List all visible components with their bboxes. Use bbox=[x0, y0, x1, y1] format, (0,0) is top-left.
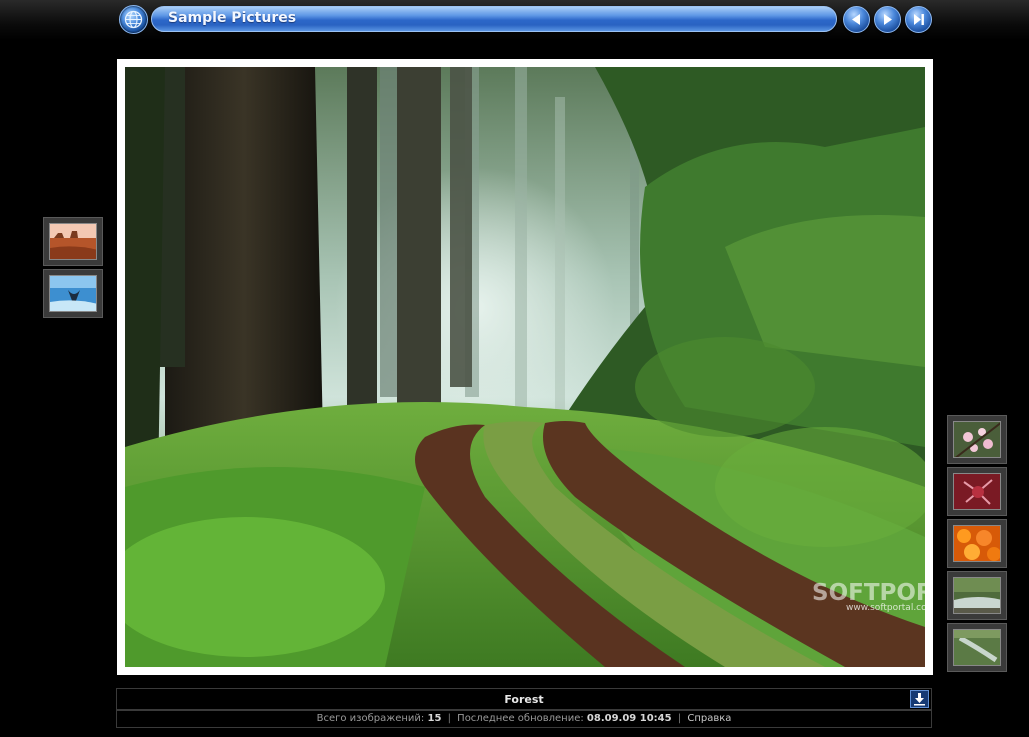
thumbnail-creek[interactable] bbox=[947, 623, 1007, 672]
previous-icon bbox=[852, 14, 860, 25]
total-images-label: Всего изображений: bbox=[316, 713, 425, 724]
separator: | bbox=[677, 713, 682, 724]
image-caption-bar: Forest bbox=[116, 688, 932, 710]
last-updated-label: Последнее обновление: bbox=[457, 713, 584, 724]
desert-thumbnail-image bbox=[50, 224, 96, 259]
gallery-title: Sample Pictures bbox=[168, 10, 297, 26]
thumbnail-desert[interactable] bbox=[43, 217, 103, 266]
thumbnail-red-leaves[interactable] bbox=[947, 467, 1007, 516]
download-icon bbox=[914, 693, 925, 706]
last-updated-value: 08.09.09 10:45 bbox=[586, 713, 672, 724]
orange-flowers-thumbnail-image bbox=[954, 526, 1000, 561]
previous-button[interactable] bbox=[843, 6, 870, 33]
help-link[interactable]: Справка bbox=[687, 713, 731, 724]
globe-grid-icon[interactable] bbox=[119, 5, 148, 34]
total-images-value: 15 bbox=[427, 713, 442, 724]
top-toolbar: Sample Pictures bbox=[0, 0, 1029, 40]
red-leaves-thumbnail-image bbox=[954, 474, 1000, 509]
forest-image bbox=[125, 67, 925, 667]
creek-thumbnail-image bbox=[954, 630, 1000, 665]
flowering-tree-thumbnail-image bbox=[954, 422, 1000, 457]
watermark: SOFTPORTAL www.softportal.com bbox=[812, 580, 925, 613]
next-end-icon bbox=[914, 14, 924, 25]
play-slideshow-button[interactable] bbox=[874, 6, 901, 33]
image-caption: Forest bbox=[504, 693, 544, 706]
gallery-title-bar: Sample Pictures bbox=[151, 6, 837, 32]
thumbnail-waterfall[interactable] bbox=[947, 571, 1007, 620]
watermark-url: www.softportal.com bbox=[846, 603, 925, 613]
thumbnail-whale[interactable] bbox=[43, 269, 103, 318]
gallery-status-bar: Всего изображений: 15 | Последнее обновл… bbox=[116, 710, 932, 728]
next-button[interactable] bbox=[905, 6, 932, 33]
thumbnail-orange-flowers[interactable] bbox=[947, 519, 1007, 568]
whale-thumbnail-image bbox=[50, 276, 96, 311]
main-photo[interactable]: SOFTPORTAL www.softportal.com bbox=[125, 67, 925, 667]
play-icon bbox=[884, 14, 892, 25]
main-image-frame: SOFTPORTAL www.softportal.com bbox=[117, 59, 933, 675]
separator: | bbox=[447, 713, 451, 724]
thumbnail-flowering-tree[interactable] bbox=[947, 415, 1007, 464]
download-button[interactable] bbox=[910, 690, 929, 708]
waterfall-thumbnail-image bbox=[954, 578, 1000, 613]
